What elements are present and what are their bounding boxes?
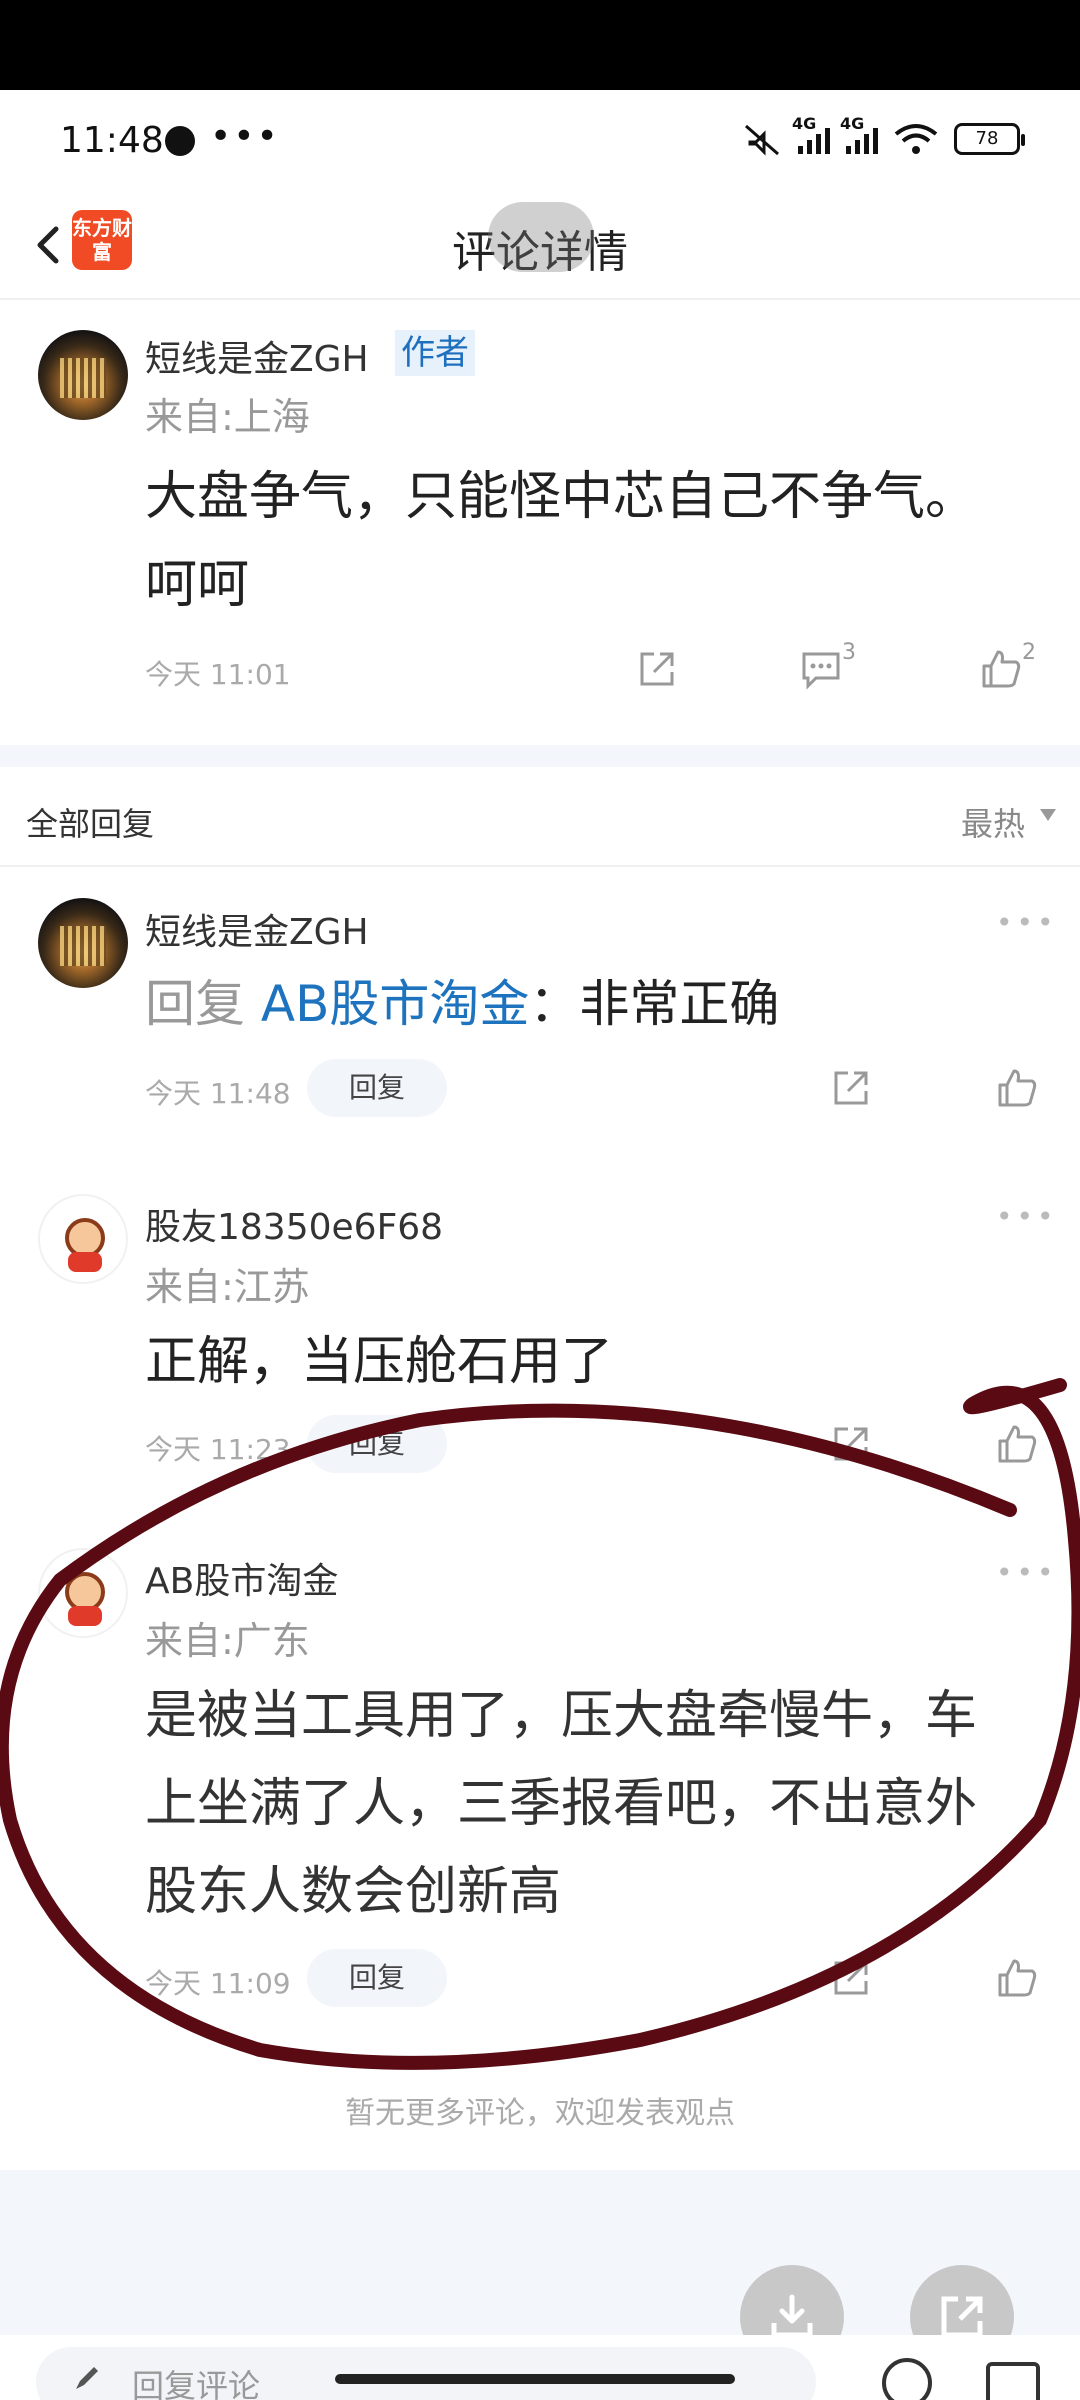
emoji-icon[interactable]	[882, 2358, 932, 2400]
reply-username[interactable]: 股友18350e6F68	[145, 1198, 443, 1250]
avatar[interactable]	[38, 898, 128, 988]
replies-header: 全部回复 最热	[0, 767, 1080, 867]
navigation-bar: 东方财富 评论详情	[0, 190, 1080, 300]
main-comment-content: 大盘争气，只能怪中芯自己不争气。 呵呵	[145, 467, 978, 615]
signal-icon-1: 4G	[792, 114, 830, 154]
share-icon[interactable]	[828, 1421, 874, 1467]
no-more-comments-label: 暂无更多评论，欢迎发表观点	[345, 2096, 735, 2131]
reply-content: 正解，当压舱石用了	[145, 1332, 614, 1392]
like-icon[interactable]	[994, 1955, 1040, 2001]
all-replies-title: 全部回复	[26, 805, 155, 843]
share-icon[interactable]	[634, 646, 680, 692]
pen-icon	[76, 2367, 98, 2389]
more-options-icon[interactable]: •••	[996, 1200, 1058, 1233]
image-icon[interactable]	[986, 2362, 1040, 2400]
like-count: 2	[1022, 640, 1036, 665]
wifi-icon	[894, 124, 938, 154]
reply-content: 回复 AB股市淘金：非常正确	[145, 975, 780, 1033]
like-icon[interactable]	[994, 1065, 1040, 1111]
share-icon[interactable]	[828, 1955, 874, 2001]
sort-dropdown[interactable]: 最热	[961, 799, 1025, 845]
reply-username[interactable]: AB股市淘金	[145, 1552, 338, 1604]
section-divider	[0, 745, 1080, 767]
like-icon[interactable]	[994, 1421, 1040, 1467]
caret-down-icon[interactable]	[1040, 809, 1056, 821]
top-black-band	[0, 0, 1080, 90]
comment-count: 3	[842, 640, 856, 665]
more-options-icon[interactable]: •••	[996, 1556, 1058, 1589]
like-icon[interactable]	[978, 646, 1024, 692]
floating-overlay-bubble[interactable]	[488, 202, 594, 272]
location-label: 来自:广东	[145, 1619, 310, 1663]
battery-icon: 78	[954, 123, 1025, 155]
reply-username[interactable]: 短线是金ZGH	[145, 903, 369, 955]
reply-button[interactable]: 回复	[307, 1415, 447, 1473]
mute-icon	[745, 124, 779, 156]
location-label: 来自:江苏	[145, 1265, 310, 1309]
reply-button[interactable]: 回复	[307, 1949, 447, 2007]
avatar[interactable]	[38, 1548, 128, 1638]
signal-icon-2: 4G	[840, 114, 878, 154]
main-comment-time: 今天 11:01	[145, 658, 291, 691]
more-options-icon[interactable]: •••	[996, 906, 1058, 939]
status-time: 11:48	[60, 120, 164, 161]
comment-icon[interactable]	[798, 646, 844, 692]
share-icon[interactable]	[828, 1065, 874, 1111]
reply-time: 今天 11:23	[145, 1433, 291, 1466]
status-icons: 4G 4G 78	[742, 114, 1025, 156]
reply-time: 今天 11:09	[145, 1967, 291, 2000]
main-comment-username[interactable]: 短线是金ZGH	[145, 330, 369, 382]
status-bar: 11:48 ••• 4G 4G 78	[0, 90, 1080, 190]
reply-button[interactable]: 回复	[307, 1059, 447, 1117]
main-comment: 短线是金ZGH 作者 来自:上海 大盘争气，只能怪中芯自己不争气。 呵呵 今天 …	[0, 300, 1080, 745]
reply-time: 今天 11:48	[145, 1077, 291, 1110]
avatar[interactable]	[38, 1194, 128, 1284]
author-badge: 作者	[395, 330, 475, 376]
location-label: 来自:上海	[145, 395, 310, 439]
more-status-icon: •••	[210, 116, 280, 157]
clock-icon	[165, 126, 195, 156]
home-indicator	[335, 2374, 735, 2384]
reply-target-link[interactable]: AB股市淘金	[261, 975, 530, 1033]
avatar[interactable]	[38, 330, 128, 420]
reply-content: 是被当工具用了，压大盘牵慢牛，车 上坐满了人，三季报看吧，不出意外 股东人数会创…	[145, 1686, 978, 1922]
